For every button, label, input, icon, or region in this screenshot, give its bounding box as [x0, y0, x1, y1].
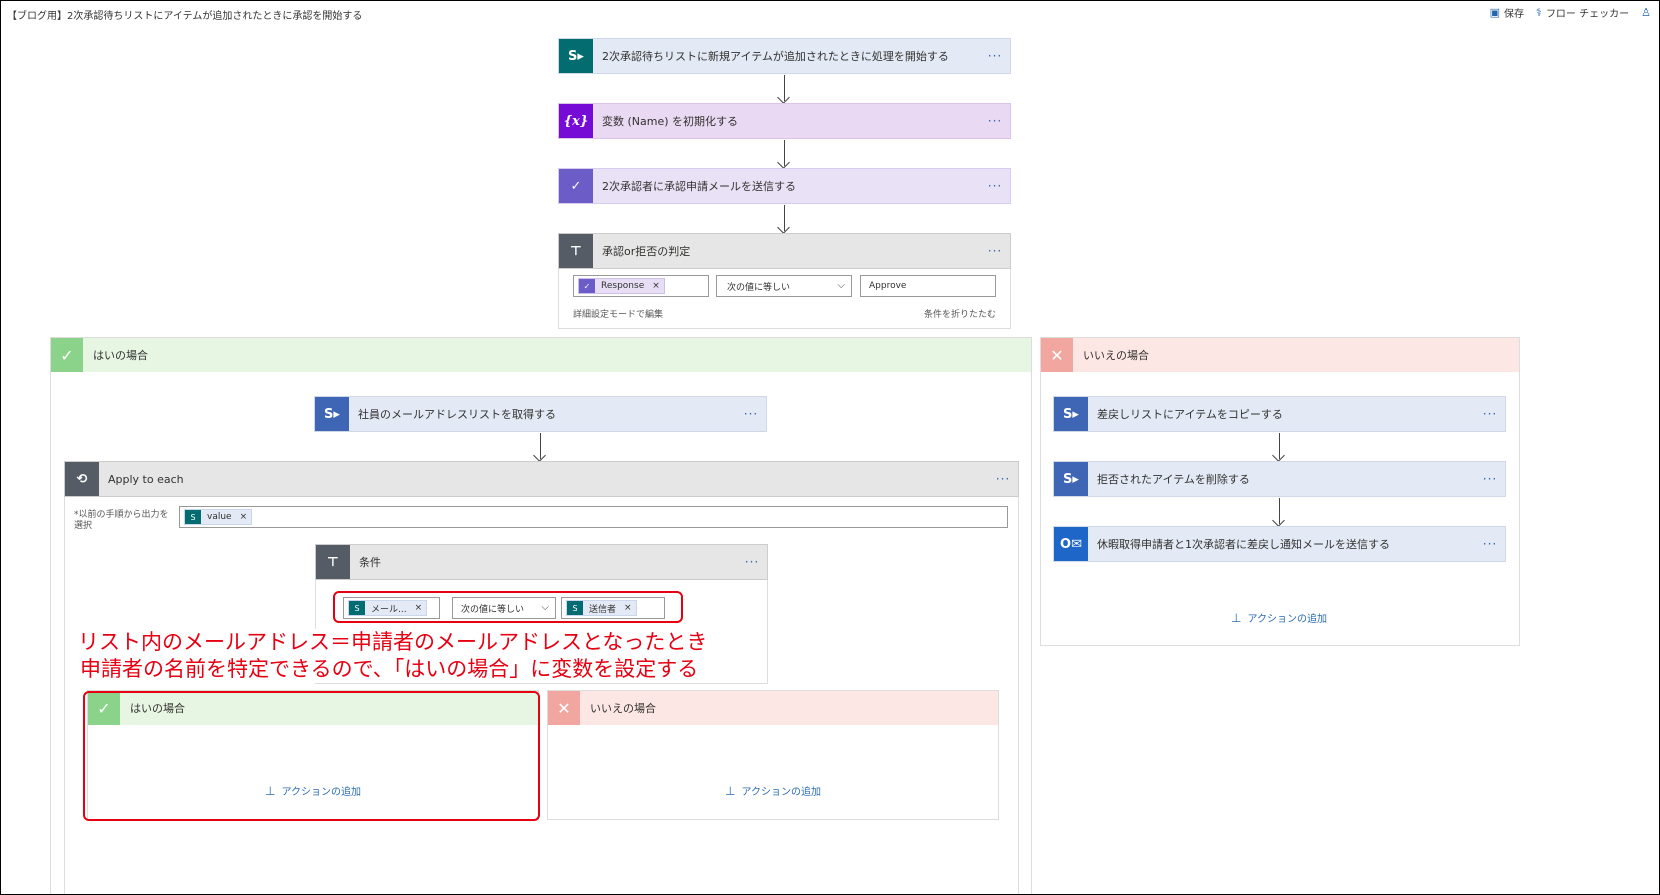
condition-right-field[interactable]: Approve [860, 275, 996, 297]
more-options-icon[interactable]: ··· [988, 472, 1018, 486]
collapse-condition-link[interactable]: 条件を折りたたむ [924, 307, 996, 320]
flow-title: 【ブログ用】2次承認待ちリストにアイテムが追加されたときに承認を開始する [7, 11, 363, 22]
flow-canvas: S▸ 2次承認待ちリストに新規アイテムが追加されたときに処理を開始する ··· … [2, 25, 1659, 894]
connector-arrow [784, 140, 785, 166]
no-branch-header[interactable]: ✕ いいえの場合 [1041, 338, 1519, 372]
get-emails-step[interactable]: S▸ 社員のメールアドレスリストを取得する ··· [314, 396, 767, 432]
annotation-line-1: リスト内のメールアドレス＝申請者のメールアドレスとなったとき [78, 629, 708, 656]
chevron-down-icon: ⌵ [837, 280, 845, 291]
add-action-label: アクションの追加 [1247, 614, 1327, 625]
save-icon: ▣ [1489, 6, 1500, 19]
save-button[interactable]: ▣ 保存 [1490, 5, 1524, 20]
no-branch-label: いいえの場合 [1083, 349, 1149, 362]
annotation-line-2: 申請者の名前を特定できるので、「はいの場合」に変数を設定する [80, 656, 699, 683]
approval-icon: ✓ [579, 279, 595, 293]
connector-arrow [540, 433, 541, 459]
stethoscope-icon: ⚕ [1535, 6, 1542, 19]
connector-arrow [784, 75, 785, 101]
send-mail-label: 休暇取得申請者と1次承認者に差戻し通知メールを送信する [1097, 538, 1390, 551]
more-options-icon[interactable]: ··· [980, 179, 1010, 193]
more-options-icon[interactable]: ··· [980, 49, 1010, 63]
init-variable-label: 変数 (Name) を初期化する [602, 115, 739, 128]
apply-each-field-label: *以前の手順から出力を選択 [74, 510, 169, 531]
trigger-step-label: 2次承認待ちリストに新規アイテムが追加されたときに処理を開始する [602, 50, 949, 63]
apply-each-label: Apply to each [108, 472, 184, 486]
condition-icon: ⊤ [559, 234, 593, 268]
add-action-icon: ⊥ [725, 783, 736, 798]
condition-operator-select[interactable]: 次の値に等しい ⌵ [716, 275, 852, 297]
main-condition-header[interactable]: ⊤ 承認or拒否の判定 ··· [558, 233, 1011, 269]
remove-token-icon[interactable]: × [240, 512, 248, 522]
sharepoint-icon: S▸ [1054, 397, 1088, 431]
init-variable-step[interactable]: {x} 変数 (Name) を初期化する ··· [558, 103, 1011, 139]
inner-condition-label: 条件 [359, 556, 381, 569]
condition-icon: ⊤ [316, 545, 350, 579]
more-options-icon[interactable]: ··· [737, 555, 767, 569]
more-options-icon[interactable]: ··· [980, 244, 1010, 258]
apply-each-input[interactable]: S value × [179, 506, 1008, 528]
main-condition-block: ⊤ 承認or拒否の判定 ··· ✓ Response × 次の値に等しい ⌵ A… [558, 233, 1011, 329]
condition-right-value: Approve [869, 281, 907, 291]
sharepoint-icon: S▸ [559, 39, 593, 73]
person-icon[interactable]: ♙ [1641, 6, 1651, 19]
more-options-icon[interactable]: ··· [1475, 472, 1505, 486]
yes-branch-header[interactable]: ✓ はいの場合 [51, 338, 1031, 372]
flow-checker-label: フロー チェッカー [1545, 9, 1630, 20]
close-icon: ✕ [1041, 338, 1073, 372]
condition-left-field[interactable]: ✓ Response × [573, 275, 709, 297]
connector-arrow [784, 205, 785, 231]
add-action-icon: ⊥ [1231, 610, 1242, 625]
highlight-inner-condition [333, 591, 683, 623]
get-emails-label: 社員のメールアドレスリストを取得する [358, 408, 556, 421]
flow-checker-button[interactable]: ⚕ フロー チェッカー [1536, 5, 1629, 20]
more-options-icon[interactable]: ··· [1475, 407, 1505, 421]
outlook-icon: O✉ [1054, 527, 1088, 561]
condition-operator-value: 次の値に等しい [727, 282, 791, 293]
inner-condition-header[interactable]: ⊤ 条件 ··· [315, 544, 768, 580]
response-token-label: Response [601, 281, 645, 291]
inner-no-label: いいえの場合 [590, 702, 656, 715]
connector-arrow [1279, 433, 1280, 459]
response-token[interactable]: ✓ Response × [578, 278, 665, 294]
inner-no-header[interactable]: ✕ いいえの場合 [548, 691, 998, 725]
delete-item-label: 拒否されたアイテムを削除する [1097, 473, 1250, 486]
more-options-icon[interactable]: ··· [736, 407, 766, 421]
copy-item-label: 差戻しリストにアイテムをコピーする [1097, 408, 1283, 421]
trigger-step[interactable]: S▸ 2次承認待ちリストに新規アイテムが追加されたときに処理を開始する ··· [558, 38, 1011, 74]
variable-icon: {x} [559, 104, 593, 138]
connector-arrow [1279, 498, 1280, 524]
inner-no-panel: ✕ いいえの場合 ⊥ アクションの追加 [547, 690, 999, 820]
add-action-button[interactable]: ⊥ アクションの追加 [1231, 610, 1327, 626]
no-branch-panel: ✕ いいえの場合 S▸ 差戻しリストにアイテムをコピーする ··· S▸ 拒否さ… [1040, 337, 1520, 646]
send-approval-step[interactable]: ✓ 2次承認者に承認申請メールを送信する ··· [558, 168, 1011, 204]
add-action-button[interactable]: ⊥ アクションの追加 [725, 783, 821, 799]
sharepoint-icon: S▸ [1054, 462, 1088, 496]
checkmark-icon: ✓ [51, 338, 83, 372]
send-approval-label: 2次承認者に承認申請メールを送信する [602, 180, 796, 193]
add-action-label: アクションの追加 [741, 787, 821, 798]
toolbar: ▣ 保存 ⚕ フロー チェッカー ♙ [1490, 5, 1651, 20]
send-mail-step[interactable]: O✉ 休暇取得申請者と1次承認者に差戻し通知メールを送信する ··· [1053, 526, 1506, 562]
more-options-icon[interactable]: ··· [1475, 537, 1505, 551]
sharepoint-icon: S [185, 510, 201, 524]
remove-token-icon[interactable]: × [652, 281, 660, 291]
approval-icon: ✓ [559, 169, 593, 203]
yes-branch-label: はいの場合 [93, 349, 148, 362]
value-token-label: value [207, 512, 232, 522]
loop-icon: ⟲ [65, 462, 99, 496]
highlight-inner-yes [83, 691, 540, 821]
copy-item-step[interactable]: S▸ 差戻しリストにアイテムをコピーする ··· [1053, 396, 1506, 432]
close-icon: ✕ [548, 691, 580, 725]
top-bar: 【ブログ用】2次承認待ちリストにアイテムが追加されたときに承認を開始する ▣ 保… [1, 1, 1659, 25]
apply-each-header[interactable]: ⟲ Apply to each ··· [64, 461, 1019, 497]
sharepoint-icon: S▸ [315, 397, 349, 431]
save-label: 保存 [1503, 9, 1524, 20]
main-condition-label: 承認or拒否の判定 [602, 245, 691, 258]
more-options-icon[interactable]: ··· [980, 114, 1010, 128]
value-token[interactable]: S value × [184, 509, 253, 525]
window-frame: 【ブログ用】2次承認待ちリストにアイテムが追加されたときに承認を開始する ▣ 保… [0, 0, 1660, 895]
delete-item-step[interactable]: S▸ 拒否されたアイテムを削除する ··· [1053, 461, 1506, 497]
advanced-mode-link[interactable]: 詳細設定モードで編集 [573, 307, 663, 320]
